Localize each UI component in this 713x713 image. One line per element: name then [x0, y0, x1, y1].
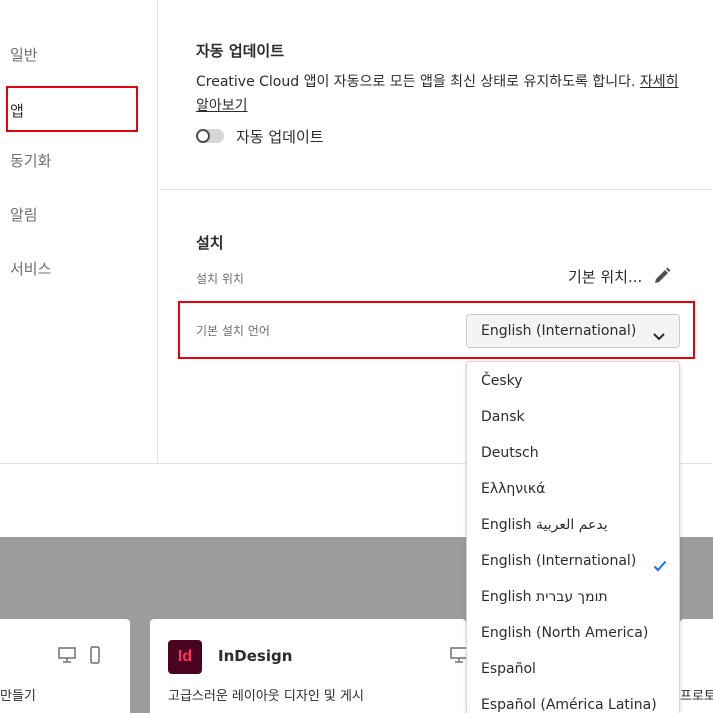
app-card-partial-right[interactable]: 프로토타입	[680, 619, 713, 713]
language-option[interactable]: English (North America)	[481, 625, 648, 641]
language-option[interactable]: English תומך עברית	[481, 589, 608, 605]
indesign-name: InDesign	[218, 647, 293, 665]
app-card-right-desc: 프로토타입	[680, 689, 713, 704]
desktop-icon	[58, 647, 76, 667]
language-option[interactable]: Dansk	[481, 409, 525, 425]
indesign-description: 고급스러운 레이아웃 디자인 및 게시	[168, 689, 364, 704]
app-card-indesign[interactable]: Id InDesign 고급스러운 레이아웃 디자인 및 게시	[150, 619, 468, 713]
sidebar-item-general[interactable]: 일반	[10, 44, 38, 65]
highlight-box-apps	[6, 86, 138, 132]
language-option[interactable]: Español	[481, 661, 536, 677]
indesign-logo: Id	[168, 640, 202, 674]
sidebar-item-services[interactable]: 서비스	[10, 258, 51, 279]
auto-update-toggle[interactable]	[196, 129, 224, 143]
auto-update-description: Creative Cloud 앱이 자동으로 모든 앱을 최신 상태로 유지하도…	[196, 70, 686, 118]
language-option[interactable]: Español (América Latina)	[481, 697, 657, 713]
sidebar: 일반 앱 동기화 알림 서비스	[0, 0, 158, 463]
language-option[interactable]: Ελληνικά	[481, 481, 545, 497]
checkmark-icon	[653, 557, 667, 572]
auto-update-description-text: Creative Cloud 앱이 자동으로 모든 앱을 최신 상태로 유지하도…	[196, 74, 640, 90]
section-divider	[159, 189, 713, 190]
install-location-value[interactable]: 기본 위치...	[568, 266, 642, 287]
pencil-edit-icon[interactable]	[652, 266, 672, 286]
app-card-partial-left[interactable]: 만들기	[0, 619, 130, 713]
language-dropdown-list: Česky Dansk Deutsch Ελληνικά English يدع…	[466, 361, 680, 713]
highlight-box-language	[178, 301, 695, 359]
install-location-label: 설치 위치	[196, 272, 244, 286]
sidebar-item-sync[interactable]: 동기화	[10, 150, 51, 171]
auto-update-toggle-label: 자동 업데이트	[236, 128, 324, 146]
language-option[interactable]: Deutsch	[481, 445, 539, 461]
language-option[interactable]: Česky	[481, 373, 523, 389]
language-option[interactable]: English يدعم العربية	[481, 517, 608, 533]
sidebar-item-notifications[interactable]: 알림	[10, 204, 38, 225]
app-card-left-desc: 만들기	[0, 689, 36, 704]
toggle-knob	[196, 129, 210, 143]
mobile-icon	[90, 646, 100, 668]
language-option-selected[interactable]: English (International)	[481, 553, 636, 569]
auto-update-title: 자동 업데이트	[196, 42, 285, 60]
install-title: 설치	[196, 234, 224, 252]
